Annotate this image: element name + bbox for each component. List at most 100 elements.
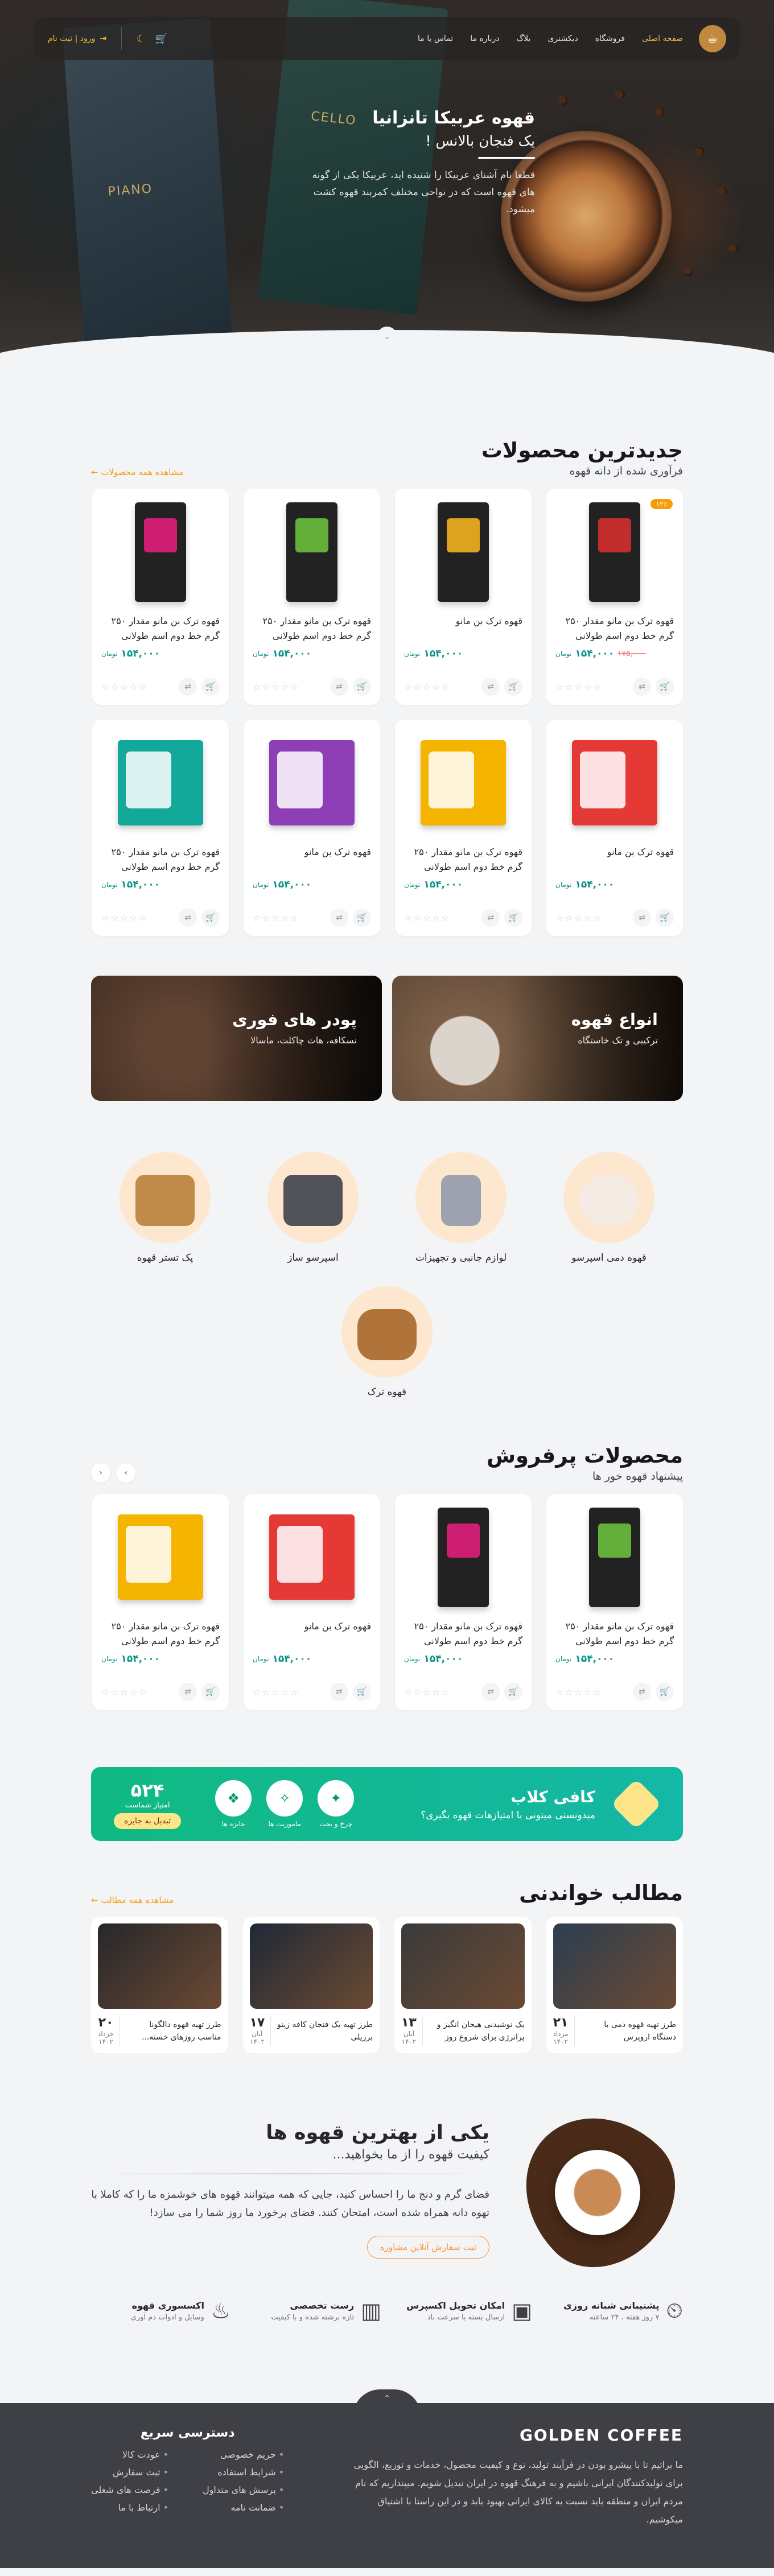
product-card[interactable]: قهوه ترک بن مانو ۱۵۴,۰۰۰ تومان 🛒 ⇄ ☆☆☆☆☆ bbox=[244, 720, 380, 936]
cart-icon[interactable]: 🛒 bbox=[353, 1683, 371, 1701]
compare-icon[interactable]: ⇄ bbox=[633, 1683, 651, 1701]
view-all-posts-link[interactable]: مشاهده همه مطالب ← bbox=[91, 1895, 174, 1905]
product-name[interactable]: قهوه ترک بن مانو bbox=[404, 614, 522, 643]
blog-title[interactable]: یک نوشیدنی هیجان انگیز و پرانرژی برای شر… bbox=[429, 2018, 525, 2044]
product-card[interactable]: قهوه ترک بن مانو ۱۵۴,۰۰۰ تومان 🛒 ⇄ ☆☆☆☆☆ bbox=[395, 489, 532, 705]
login-button[interactable]: ⇥ ورود | ثبت نام bbox=[48, 34, 106, 43]
compare-icon[interactable]: ⇄ bbox=[633, 678, 651, 696]
cart-icon[interactable]: 🛒 bbox=[201, 909, 220, 927]
product-price: ۱۵۴,۰۰۰ تومان bbox=[253, 1653, 371, 1665]
blog-card[interactable]: طرز تهیه یک فنجان کافه زینو برزیلی ۱۷ آبا… bbox=[242, 1917, 380, 2053]
product-card[interactable]: قهوه ترک بن مانو مقدار ۲۵۰ گرم خط دوم اس… bbox=[546, 1494, 683, 1710]
category-tester-pack[interactable]: پک تستر قهوه bbox=[114, 1152, 216, 1264]
chevron-right-icon[interactable]: › bbox=[116, 1463, 135, 1483]
blog-card[interactable]: طرز تهیه قهوه دمی با دستگاه اروپرس ۲۱ مرد… bbox=[546, 1917, 683, 2053]
compare-icon[interactable]: ⇄ bbox=[179, 1683, 197, 1701]
product-name[interactable]: قهوه ترک بن مانو مقدار ۲۵۰ گرم خط دوم اس… bbox=[101, 845, 220, 874]
banner-coffee-types[interactable]: انواع قهوه ترکیبی و تک خاستگاه bbox=[392, 976, 683, 1101]
footer-logo[interactable]: GOLDEN COFFEE bbox=[353, 2426, 683, 2445]
price-unit: تومان bbox=[555, 881, 572, 889]
product-card[interactable]: قهوه ترک بن مانو مقدار ۲۵۰ گرم خط دوم اس… bbox=[395, 720, 532, 936]
blog-card[interactable]: یک نوشیدنی هیجان انگیز و پرانرژی برای شر… bbox=[394, 1917, 532, 2053]
cart-icon[interactable]: 🛒 bbox=[504, 909, 522, 927]
compare-icon[interactable]: ⇄ bbox=[481, 1683, 500, 1701]
product-name[interactable]: قهوه ترک بن مانو bbox=[253, 1619, 371, 1649]
product-name[interactable]: قهوه ترک بن مانو bbox=[253, 845, 371, 874]
chevron-left-icon[interactable]: ‹ bbox=[91, 1463, 110, 1483]
nav-item-blog[interactable]: بلاگ bbox=[517, 34, 531, 43]
nav-item-about[interactable]: درباره ما bbox=[470, 34, 499, 43]
club-action-rewards[interactable]: ❖ جایزه ها bbox=[215, 1780, 252, 1828]
rating-stars: ☆☆☆☆☆ bbox=[253, 681, 299, 692]
footer-link[interactable]: حریم خصوصی bbox=[203, 2449, 284, 2460]
redeem-button[interactable]: تبدیل به جایزه bbox=[114, 1813, 182, 1829]
login-icon: ⇥ bbox=[100, 34, 107, 43]
product-name[interactable]: قهوه ترک بن مانو مقدار ۲۵۰ گرم خط دوم اس… bbox=[101, 1619, 220, 1649]
compare-icon[interactable]: ⇄ bbox=[330, 678, 348, 696]
compare-icon[interactable]: ⇄ bbox=[330, 1683, 348, 1701]
category-espresso-maker[interactable]: اسپرسو ساز bbox=[262, 1152, 364, 1264]
product-card[interactable]: قهوه ترک بن مانو مقدار ۲۵۰ گرم خط دوم اس… bbox=[244, 489, 380, 705]
product-name[interactable]: قهوه ترک بن مانو مقدار ۲۵۰ گرم خط دوم اس… bbox=[404, 1619, 522, 1649]
cart-icon[interactable]: 🛒 bbox=[353, 909, 371, 927]
cart-icon[interactable]: 🛒 bbox=[504, 678, 522, 696]
category-accessories[interactable]: لوازم جانبی و تجهیزات bbox=[410, 1152, 512, 1264]
blog-card[interactable]: طرز تهیه قهوه دالگونا مناسب روزهای خسته.… bbox=[91, 1917, 228, 2053]
footer-link[interactable]: ضمانت نامه bbox=[203, 2502, 284, 2513]
product-card[interactable]: قهوه ترک بن مانو مقدار ۲۵۰ گرم خط دوم اس… bbox=[92, 489, 229, 705]
compare-icon[interactable]: ⇄ bbox=[481, 678, 500, 696]
footer-link[interactable]: پرسش های متداول bbox=[203, 2484, 284, 2495]
nav-item-dictionary[interactable]: دیکشنری bbox=[547, 34, 578, 43]
compare-icon[interactable]: ⇄ bbox=[179, 678, 197, 696]
product-name[interactable]: قهوه ترک بن مانو bbox=[555, 845, 674, 874]
blog-title[interactable]: طرز تهیه یک فنجان کافه زینو برزیلی bbox=[277, 2018, 373, 2044]
price-value: ۱۵۴,۰۰۰ bbox=[121, 1653, 160, 1665]
product-name[interactable]: قهوه ترک بن مانو مقدار ۲۵۰ گرم خط دوم اس… bbox=[253, 614, 371, 643]
link-label: مشاهده همه مطالب bbox=[101, 1895, 174, 1905]
footer-link[interactable]: ثبت سفارش bbox=[91, 2467, 168, 2478]
compare-icon[interactable]: ⇄ bbox=[481, 909, 500, 927]
logo-icon[interactable]: ☕ bbox=[699, 25, 726, 52]
order-button[interactable]: ثبت سفارش آنلاین مشاوره bbox=[367, 2235, 489, 2259]
product-name[interactable]: قهوه ترک بن مانو مقدار ۲۵۰ گرم خط دوم اس… bbox=[555, 1619, 674, 1649]
club-action-wheel[interactable]: ✦ چرخ و بخت bbox=[318, 1780, 355, 1828]
compare-icon[interactable]: ⇄ bbox=[330, 909, 348, 927]
product-price: ۱۵۴,۰۰۰ تومان bbox=[555, 879, 674, 890]
club-action-missions[interactable]: ✧ ماموریت ها bbox=[266, 1780, 303, 1828]
footer-link[interactable]: عودت کالا bbox=[91, 2449, 168, 2460]
product-card[interactable]: قهوه ترک بن مانو مقدار ۲۵۰ گرم خط دوم اس… bbox=[92, 1494, 229, 1710]
scroll-down-icon[interactable]: ⌄ bbox=[377, 327, 397, 347]
cart-icon[interactable]: 🛒 bbox=[656, 678, 674, 696]
footer-link[interactable]: ارتباط با ما bbox=[91, 2502, 168, 2513]
product-name[interactable]: قهوه ترک بن مانو مقدار ۲۵۰ گرم خط دوم اس… bbox=[404, 845, 522, 874]
category-image bbox=[267, 1152, 359, 1243]
product-card[interactable]: ۱۲٪ قهوه ترک بن مانو مقدار ۲۵۰ گرم خط دوم… bbox=[546, 489, 683, 705]
cart-icon[interactable]: 🛒 bbox=[353, 678, 371, 696]
cart-icon[interactable]: 🛒 bbox=[656, 1683, 674, 1701]
footer-link[interactable]: شرایط استفاده bbox=[203, 2467, 284, 2478]
banner-instant-powders[interactable]: پودر های فوری نسکافه، هات چاکلت، ماسالا bbox=[91, 976, 382, 1101]
product-card[interactable]: قهوه ترک بن مانو ۱۵۴,۰۰۰ تومان 🛒 ⇄ ☆☆☆☆☆ bbox=[546, 720, 683, 936]
category-espresso[interactable]: قهوه دمی اسپرسو bbox=[558, 1152, 660, 1264]
blog-title[interactable]: طرز تهیه قهوه دالگونا مناسب روزهای خسته.… bbox=[126, 2018, 221, 2044]
product-card[interactable]: قهوه ترک بن مانو مقدار ۲۵۰ گرم خط دوم اس… bbox=[395, 1494, 532, 1710]
product-name[interactable]: قهوه ترک بن مانو مقدار ۲۵۰ گرم خط دوم اس… bbox=[101, 614, 220, 643]
cart-icon[interactable]: 🛒 bbox=[656, 909, 674, 927]
product-name[interactable]: قهوه ترک بن مانو مقدار ۲۵۰ گرم خط دوم اس… bbox=[555, 614, 674, 643]
nav-item-contact[interactable]: تماس با ما bbox=[418, 34, 453, 43]
compare-icon[interactable]: ⇄ bbox=[633, 909, 651, 927]
product-card[interactable]: قهوه ترک بن مانو ۱۵۴,۰۰۰ تومان 🛒 ⇄ ☆☆☆☆☆ bbox=[244, 1494, 380, 1710]
cart-icon[interactable]: 🛒 bbox=[504, 1683, 522, 1701]
footer-link[interactable]: فرصت های شغلی bbox=[91, 2484, 168, 2495]
compare-icon[interactable]: ⇄ bbox=[179, 909, 197, 927]
view-all-products-link[interactable]: مشاهده همه محصولات ← bbox=[91, 467, 183, 477]
cart-icon[interactable]: 🛒 bbox=[155, 33, 167, 45]
category-turkish-coffee[interactable]: قهوه ترک bbox=[336, 1286, 438, 1398]
cart-icon[interactable]: 🛒 bbox=[201, 678, 220, 696]
blog-title[interactable]: طرز تهیه قهوه دمی با دستگاه اروپرس bbox=[580, 2018, 676, 2044]
moon-icon[interactable]: ☾ bbox=[137, 33, 146, 45]
product-card[interactable]: قهوه ترک بن مانو مقدار ۲۵۰ گرم خط دوم اس… bbox=[92, 720, 229, 936]
nav-item-shop[interactable]: فروشگاه bbox=[595, 34, 625, 43]
nav-item-home[interactable]: صفحه اصلی bbox=[642, 34, 683, 43]
cart-icon[interactable]: 🛒 bbox=[201, 1683, 220, 1701]
